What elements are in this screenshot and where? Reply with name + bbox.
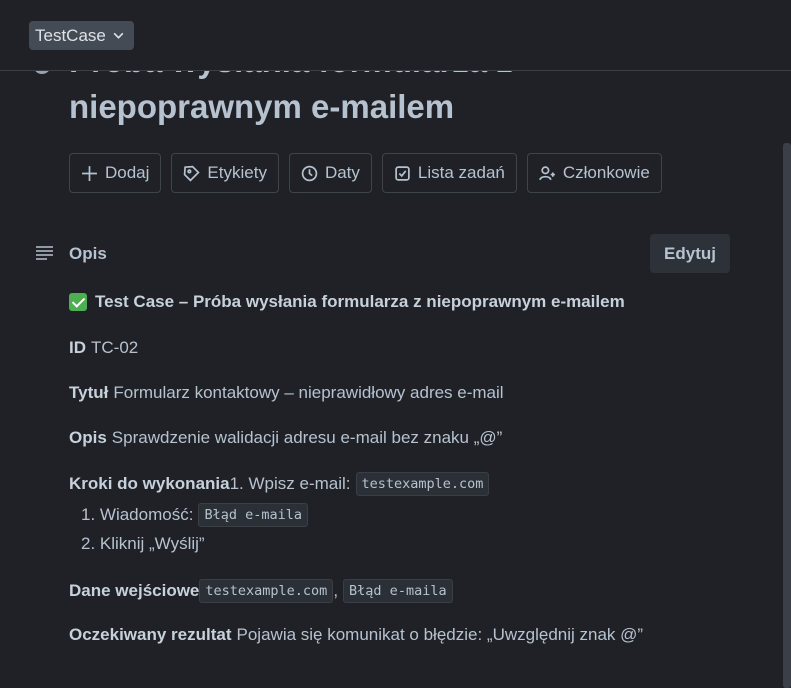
description-icon [36, 246, 53, 260]
add-label: Dodaj [105, 163, 150, 182]
chevron-down-icon [113, 32, 124, 39]
members-label: Członkowie [562, 163, 650, 182]
step2-code: Błąd e-maila [198, 503, 308, 527]
result-label: Oczekiwany rezultat [69, 625, 232, 644]
board-select-button[interactable]: TestCase [29, 21, 134, 50]
title-value: Formularz kontaktowy – nieprawidłowy adr… [113, 383, 504, 402]
clock-icon [301, 165, 318, 181]
step3-text: 2. Kliknij „Wyślij” [81, 534, 205, 553]
id-label: ID [69, 338, 86, 357]
card-actions: Dodaj Etykiety Daty Lista zadań Członkow… [69, 153, 662, 193]
labels-button[interactable]: Etykiety [171, 153, 279, 193]
description-section-label: Opis [69, 244, 107, 263]
dates-button[interactable]: Daty [288, 153, 372, 193]
check-mark-icon [69, 293, 87, 311]
board-select-label: TestCase [35, 25, 106, 45]
step1-code: testexample.com [355, 472, 490, 496]
step2-line: 1. Wiadomość: Błąd e-maila [81, 503, 308, 527]
header: TestCase [0, 0, 791, 71]
result-value: Pojawia się komunikat o błędzie: „Uwzglę… [236, 625, 644, 644]
add-button[interactable]: Dodaj [69, 153, 162, 193]
id-value: TC-02 [91, 338, 139, 357]
step2-prefix: 1. Wiadomość: [81, 505, 194, 524]
tag-icon [184, 165, 201, 182]
scrollbar-thumb[interactable] [783, 143, 791, 688]
checklist-label: Lista zadań [417, 163, 505, 182]
id-line: ID TC-02 [69, 338, 138, 358]
input-code-1: testexample.com [199, 579, 334, 603]
step1-prefix: 1. Wpisz e-mail: [229, 474, 351, 493]
desc-line: Opis Sprawdzenie walidacji adresu e-mail… [69, 428, 502, 448]
input-code-2: Błąd e-maila [343, 579, 453, 603]
edit-description-button[interactable]: Edytuj [650, 234, 730, 273]
add-member-icon [539, 165, 555, 180]
heading-text: Test Case – Próba wysłania formularza z … [95, 292, 625, 311]
checklist-button[interactable]: Lista zadań [381, 153, 517, 193]
step3-line: 2. Kliknij „Wyślij” [81, 534, 205, 554]
title-label: Tytuł [69, 383, 109, 402]
desc-label: Opis [69, 428, 107, 447]
checkbox-icon [395, 165, 410, 181]
input-separator: , [333, 581, 339, 600]
desc-value: Sprawdzenie walidacji adresu e-mail bez … [111, 428, 503, 447]
description-heading: Test Case – Próba wysłania formularza z … [69, 292, 625, 312]
result-line: Oczekiwany rezultat Pojawia się komunika… [69, 625, 643, 645]
input-line: Dane wejściowe testexample.com , Błąd e-… [69, 579, 453, 603]
plus-icon [82, 165, 97, 181]
steps-label: Kroki do wykonania [69, 474, 230, 493]
labels-label: Etykiety [207, 163, 267, 182]
input-label: Dane wejściowe [69, 581, 200, 600]
steps-line: Kroki do wykonania 1. Wpisz e-mail: test… [69, 472, 490, 496]
dates-label: Daty [324, 163, 360, 182]
title-line: Tytuł Formularz kontaktowy – nieprawidło… [69, 383, 504, 403]
members-button[interactable]: Członkowie [526, 153, 662, 193]
